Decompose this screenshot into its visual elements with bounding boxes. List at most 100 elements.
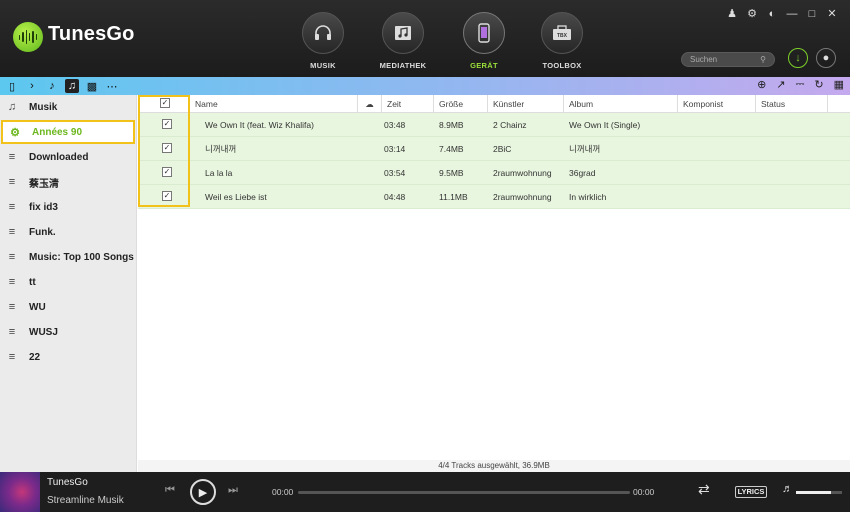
add-icon[interactable]: ⊕ (757, 78, 766, 91)
refresh-icon[interactable]: ↻ (814, 78, 823, 91)
volume-slider[interactable] (796, 491, 842, 494)
row-checkbox[interactable]: ✓ (162, 143, 172, 153)
progress-slider[interactable] (298, 491, 630, 494)
sidebar-item-label: WU (29, 301, 46, 313)
sidebar-item-top-100[interactable]: ≡ Music: Top 100 Songs (0, 245, 137, 269)
device-toolbar: ▯ › ♪ ♫ ▩ ⋯ ⊕ ↗ ⎓ ↻ ▦ (0, 77, 850, 95)
headphones-icon (302, 12, 344, 54)
user-icon[interactable]: ♟ (726, 8, 738, 20)
playlist-icon: ≡ (8, 176, 16, 188)
row-checkbox[interactable]: ✓ (162, 167, 172, 177)
play-button[interactable]: ▶ (190, 479, 216, 505)
sidebar-item-wusj[interactable]: ≡ WUSJ (0, 320, 137, 344)
microphone-icon[interactable]: ● (816, 48, 836, 68)
player-title: TunesGo (47, 477, 88, 488)
sidebar-item-label: Funk. (29, 226, 56, 238)
track-size: 8.9MB (439, 120, 464, 130)
minimize-icon[interactable]: — (786, 8, 798, 20)
select-all-checkbox[interactable]: ✓ (160, 98, 170, 108)
phone-icon[interactable]: ▯ (5, 79, 19, 93)
toggle-icon[interactable]: ◐ (766, 8, 778, 20)
next-icon[interactable]: ⏭ (228, 484, 238, 497)
music-library-icon[interactable]: ♫ (65, 79, 79, 93)
sidebar-item-22[interactable]: ≡ 22 (0, 345, 137, 369)
column-name[interactable]: Name (190, 95, 358, 113)
grid-view-icon[interactable]: ▦ (834, 78, 844, 91)
previous-icon[interactable]: ⏮ (165, 484, 175, 497)
row-checkbox[interactable]: ✓ (162, 119, 172, 129)
column-album[interactable]: Album (564, 95, 678, 113)
album-cover (0, 472, 40, 512)
volume-icon[interactable]: ♬ (782, 483, 793, 495)
table-row[interactable]: ✓ We Own It (feat. Wiz Khalifa) 03:48 8.… (138, 113, 850, 137)
maximize-icon[interactable]: □ (806, 8, 818, 20)
tunesgo-logo-icon (13, 22, 43, 52)
sidebar-item-downloaded[interactable]: ≡ Downloaded (0, 145, 137, 169)
music-note-icon[interactable]: ♪ (45, 79, 59, 93)
sidebar-item-tt[interactable]: ≡ tt (0, 270, 137, 294)
column-kuenstler[interactable]: Künstler (488, 95, 564, 113)
sidebar-item-label: Music: Top 100 Songs (29, 251, 134, 263)
export-icon[interactable]: ↗ (776, 78, 785, 91)
select-all-column[interactable]: ✓ (138, 95, 190, 113)
playlist-icon: ≡ (8, 226, 16, 238)
download-icon[interactable]: ↓ (788, 48, 808, 68)
app-name: TunesGo (48, 23, 135, 45)
gear-icon: ⚙ (10, 126, 20, 139)
column-status[interactable]: Status (756, 95, 828, 113)
nav-mediathek[interactable]: MEDIATHEK (373, 12, 433, 72)
search-input[interactable]: Suchen ⚲ (681, 52, 775, 67)
cloud-icon[interactable]: ☁ (358, 95, 382, 113)
track-artist: 2BiC (493, 144, 512, 154)
track-size: 11.1MB (439, 192, 468, 202)
selection-status: 4/4 Tracks ausgewählt, 36.9MB (138, 460, 850, 472)
track-album: In wirklich (569, 192, 607, 202)
time-total: 00:00 (633, 487, 655, 497)
nav-musik[interactable]: MUSIK (293, 12, 353, 72)
track-artist: 2 Chainz (493, 120, 527, 130)
sidebar-item-fix-id3[interactable]: ≡ fix id3 (0, 195, 137, 219)
music-note-icon: ♫ (7, 101, 17, 113)
track-name: We Own It (feat. Wiz Khalifa) (205, 120, 314, 130)
video-icon[interactable]: ▩ (85, 79, 99, 93)
search-icon[interactable]: ⚲ (760, 55, 766, 64)
lyrics-button[interactable]: LYRICS (735, 486, 767, 498)
column-zeit[interactable]: Zeit (382, 95, 434, 113)
playlist-icon: ≡ (8, 276, 16, 288)
sidebar-item-annees-90[interactable]: ⚙ Années 90 (1, 120, 135, 144)
toolbox-icon: TBX (541, 12, 583, 54)
gear-icon[interactable]: ⚙ (746, 8, 758, 20)
playlist-icon: ≡ (8, 326, 16, 338)
repeat-icon[interactable]: ⇄ (698, 481, 710, 498)
table-row[interactable]: ✓ La la la 03:54 9.5MB 2raumwohnung 36gr… (138, 161, 850, 185)
sidebar-item-label: tt (29, 276, 36, 288)
close-icon[interactable]: ✕ (826, 8, 838, 20)
table-row[interactable]: ✓ 니꺼내꺼 03:14 7.4MB 2BiC 니꺼내꺼 (138, 137, 850, 161)
nav-geraet[interactable]: GERÄT (454, 12, 514, 72)
track-name: 니꺼내꺼 (205, 144, 237, 154)
sidebar-item-funk[interactable]: ≡ Funk. (0, 220, 137, 244)
nav-toolbox[interactable]: TBX TOOLBOX (532, 12, 592, 72)
track-time: 03:14 (384, 144, 406, 154)
sidebar-item-chinese[interactable]: ≡ 蔡玉清 (0, 170, 137, 194)
sidebar-item-wu[interactable]: ≡ WU (0, 295, 137, 319)
nav-label: TOOLBOX (542, 61, 582, 70)
row-checkbox[interactable]: ✓ (162, 191, 172, 201)
track-name: La la la (205, 168, 233, 178)
column-komponist[interactable]: Komponist (678, 95, 756, 113)
music-library-icon (382, 12, 424, 54)
sidebar-item-label: 22 (29, 351, 41, 363)
playlist-icon: ≡ (8, 201, 16, 213)
track-artist: 2raumwohnung (493, 168, 552, 178)
table-row[interactable]: ✓ Weil es Liebe ist 04:48 11.1MB 2raumwo… (138, 185, 850, 209)
sidebar-item-musik[interactable]: ♫ Musik (0, 95, 137, 119)
column-groesse[interactable]: Größe (434, 95, 488, 113)
track-table-header: ✓ Name ☁ Zeit Größe Künstler Album Kompo… (138, 95, 850, 113)
search-placeholder: Suchen (690, 55, 718, 64)
sidebar-item-label: Années 90 (32, 126, 83, 138)
player-subtitle: Streamline Musik (47, 495, 124, 506)
sidebar-item-label: WUSJ (29, 326, 58, 338)
more-icon[interactable]: ⋯ (105, 79, 119, 93)
trash-icon[interactable]: ⎓ (796, 78, 805, 91)
chevron-right-icon[interactable]: › (25, 79, 39, 93)
